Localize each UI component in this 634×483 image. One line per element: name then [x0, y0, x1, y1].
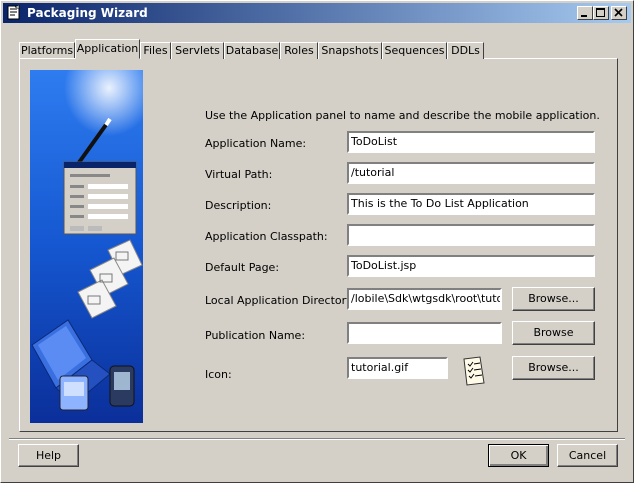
close-icon — [614, 8, 623, 17]
local-dir-label: Local Application Directory: — [205, 294, 356, 307]
tab-database-label: Database — [225, 44, 279, 57]
window-title: Packaging Wizard — [27, 6, 148, 20]
app-name-label: Application Name: — [205, 137, 307, 150]
tab-sequences-label: Sequences — [384, 44, 445, 57]
tab-platforms-label: Platforms — [20, 44, 74, 57]
maximize-icon — [596, 8, 605, 17]
tab-application-label: Application — [76, 42, 139, 55]
tab-snapshots[interactable]: Snapshots — [318, 42, 382, 59]
icon-label: Icon: — [205, 368, 232, 381]
cancel-button[interactable]: Cancel — [557, 444, 618, 467]
publication-label: Publication Name: — [205, 329, 306, 342]
virtual-path-label: Virtual Path: — [205, 168, 273, 181]
default-page-field[interactable]: ToDoList.jsp — [347, 255, 595, 277]
tab-sequences[interactable]: Sequences — [382, 42, 447, 59]
tab-roles-label: Roles — [284, 44, 314, 57]
intro-text: Use the Application panel to name and de… — [205, 109, 600, 122]
help-button[interactable]: Help — [18, 444, 79, 467]
app-name-field[interactable]: ToDoList — [347, 131, 595, 153]
description-label: Description: — [205, 199, 272, 212]
minimize-icon — [581, 15, 587, 17]
packaging-wizard-window: Packaging Wizard Platforms Application F… — [0, 0, 634, 483]
ok-button[interactable]: OK — [488, 444, 549, 467]
browse-icon-button[interactable]: Browse... — [512, 356, 595, 380]
window-icon — [7, 5, 20, 20]
browse-local-dir-button[interactable]: Browse... — [512, 287, 595, 311]
close-button[interactable] — [611, 6, 627, 20]
tab-platforms[interactable]: Platforms — [19, 42, 75, 59]
classpath-label: Application Classpath: — [205, 230, 328, 243]
footer-separator — [9, 438, 625, 440]
tab-application[interactable]: Application — [75, 39, 140, 59]
local-dir-field[interactable]: /lobile\Sdk\wtgsdk\root\tutorial\ — [347, 288, 502, 310]
tab-files[interactable]: Files — [140, 42, 171, 59]
tab-files-label: Files — [143, 44, 168, 57]
default-page-label: Default Page: — [205, 261, 280, 274]
icon-field[interactable]: tutorial.gif — [347, 357, 448, 379]
tab-roles[interactable]: Roles — [280, 42, 318, 59]
tab-ddls[interactable]: DDLs — [447, 42, 484, 59]
tab-servlets-label: Servlets — [175, 44, 220, 57]
tab-ddls-label: DDLs — [451, 44, 480, 57]
tab-database[interactable]: Database — [224, 42, 280, 59]
checklist-icon — [463, 356, 485, 386]
description-field[interactable]: This is the To Do List Application — [347, 193, 595, 215]
minimize-button[interactable] — [577, 6, 593, 20]
virtual-path-field[interactable]: /tutorial — [347, 162, 595, 184]
publication-field[interactable] — [347, 322, 502, 344]
wizard-banner-illustration — [30, 70, 143, 423]
classpath-field[interactable] — [347, 224, 595, 246]
maximize-button[interactable] — [593, 6, 609, 20]
title-bar[interactable]: Packaging Wizard — [3, 3, 631, 23]
browse-publication-button[interactable]: Browse — [512, 321, 595, 345]
tab-servlets[interactable]: Servlets — [171, 42, 224, 59]
tab-snapshots-label: Snapshots — [321, 44, 379, 57]
